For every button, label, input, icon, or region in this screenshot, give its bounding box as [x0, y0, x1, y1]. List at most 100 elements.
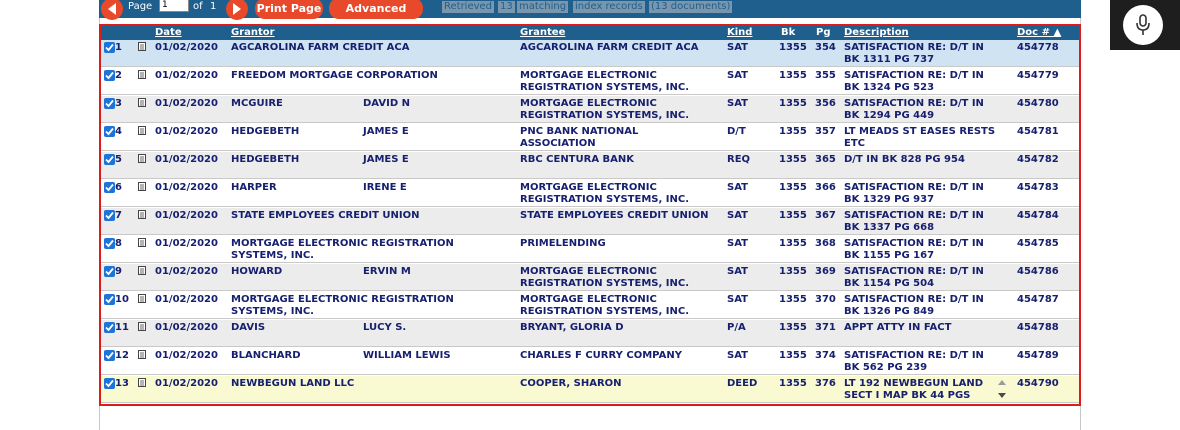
row-checkbox[interactable]: [104, 154, 115, 165]
row-checkbox[interactable]: [104, 294, 115, 305]
grantor-given-name: JAMES E: [363, 126, 409, 137]
description-line2: BK 1326 PG 849: [844, 306, 935, 317]
description-line2: BK 1154 PG 504: [844, 278, 935, 289]
description-line2: SECT I MAP BK 44 PGS: [844, 390, 971, 401]
page-label: Page: [128, 1, 153, 12]
book-number: 1355: [779, 182, 807, 193]
book-number: 1355: [779, 378, 807, 389]
table-row[interactable]: 1 01/02/2020 AGCAROLINA FARM CREDIT ACA AGC…: [101, 40, 1079, 67]
description-line1: LT MEADS ST EASES RESTS: [844, 126, 996, 137]
checkmark-icon: [105, 267, 114, 276]
grantor-name: FREEDOM MORTGAGE CORPORATION: [231, 70, 438, 81]
document-icon[interactable]: [138, 238, 146, 247]
row-checkbox[interactable]: [104, 238, 115, 249]
document-icon[interactable]: [138, 154, 146, 163]
table-row[interactable]: 10 01/02/2020 MORTGAGE ELECTRONIC REGISTRA…: [101, 292, 1079, 319]
column-bk: Bk: [781, 27, 796, 38]
doc-number[interactable]: 454785: [1017, 238, 1059, 250]
book-number: 1355: [779, 70, 807, 81]
book-number: 1355: [779, 126, 807, 137]
table-row[interactable]: 12 01/02/2020 BLANCHARD WILLIAM LEWIS CHARLE…: [101, 348, 1079, 375]
advanced-print-button[interactable]: Advanced Print: [329, 0, 423, 36]
doc-number[interactable]: 454781: [1017, 126, 1059, 138]
table-row[interactable]: 9 01/02/2020 HOWARD ERVIN M MORTGAGE ELECTRO…: [101, 264, 1079, 291]
table-row[interactable]: 7 01/02/2020 STATE EMPLOYEES CREDIT UNION S…: [101, 208, 1079, 235]
document-icon[interactable]: [138, 42, 146, 51]
doc-number[interactable]: 454790: [1017, 378, 1059, 390]
description-scroll-arrows[interactable]: [997, 378, 1007, 400]
table-row[interactable]: 2 01/02/2020 FREEDOM MORTGAGE CORPORATION M…: [101, 68, 1079, 95]
doc-number[interactable]: 454780: [1017, 98, 1059, 110]
doc-number[interactable]: 454779: [1017, 70, 1059, 82]
document-icon[interactable]: [138, 294, 146, 303]
document-icon[interactable]: [138, 70, 146, 79]
doc-number[interactable]: 454778: [1017, 42, 1059, 54]
row-number: 9: [115, 266, 122, 277]
kind-code: SAT: [727, 266, 748, 277]
page-number: 374: [815, 350, 836, 361]
page-number: 365: [815, 154, 836, 165]
document-icon[interactable]: [138, 266, 146, 275]
column-grantee[interactable]: Grantee: [520, 27, 565, 38]
row-checkbox[interactable]: [104, 350, 115, 361]
kind-code: SAT: [727, 210, 748, 221]
document-icon[interactable]: [138, 210, 146, 219]
previous-page-button[interactable]: [101, 0, 123, 20]
row-checkbox[interactable]: [104, 322, 115, 333]
column-doc-number[interactable]: Doc # ▲: [1017, 27, 1061, 38]
description-line1: SATISFACTION RE: D/T IN: [844, 70, 984, 81]
book-number: 1355: [779, 294, 807, 305]
document-icon[interactable]: [138, 126, 146, 135]
row-checkbox[interactable]: [104, 98, 115, 109]
doc-number[interactable]: 454782: [1017, 154, 1059, 166]
doc-number[interactable]: 454787: [1017, 294, 1059, 306]
next-page-button[interactable]: [226, 0, 248, 20]
table-row[interactable]: 6 01/02/2020 HARPER IRENE E MORTGAGE ELECTRO…: [101, 180, 1079, 207]
document-icon[interactable]: [138, 378, 146, 387]
grantee-name: PRIMELENDING: [520, 238, 606, 249]
row-checkbox[interactable]: [104, 210, 115, 221]
book-number: 1355: [779, 350, 807, 361]
column-grantor[interactable]: Grantor: [231, 27, 275, 38]
document-icon[interactable]: [138, 350, 146, 359]
page-number: 357: [815, 126, 836, 137]
column-kind[interactable]: Kind: [727, 27, 752, 38]
grantor-name: HEDGEBETH: [231, 154, 300, 165]
row-checkbox[interactable]: [104, 42, 115, 53]
row-checkbox[interactable]: [104, 182, 115, 193]
description-line1: LT 192 NEWBEGUN LAND: [844, 378, 984, 389]
microphone-button[interactable]: [1123, 5, 1163, 45]
doc-number[interactable]: 454786: [1017, 266, 1059, 278]
kind-code: SAT: [727, 350, 748, 361]
results-toolbar: Page of 1 Print Page Advanced Print Retr…: [99, 0, 1081, 36]
table-row[interactable]: 3 01/02/2020 MCGUIRE DAVID N MORTGAGE ELECTR…: [101, 96, 1079, 123]
column-description[interactable]: Description: [844, 27, 909, 38]
table-row[interactable]: 5 01/02/2020 HEDGEBETH JAMES E RBC CENTURA B…: [101, 152, 1079, 179]
row-checkbox[interactable]: [104, 126, 115, 137]
document-icon[interactable]: [138, 98, 146, 107]
column-date[interactable]: Date: [155, 27, 182, 38]
page-number-input[interactable]: [159, 0, 189, 12]
row-checkbox[interactable]: [104, 70, 115, 81]
doc-number[interactable]: 454784: [1017, 210, 1059, 222]
doc-number[interactable]: 454783: [1017, 182, 1059, 194]
table-row[interactable]: 8 01/02/2020 MORTGAGE ELECTRONIC REGISTRAT…: [101, 236, 1079, 263]
checkmark-icon: [105, 127, 114, 136]
row-checkbox[interactable]: [104, 378, 115, 389]
table-row[interactable]: 13 01/02/2020 NEWBEGUN LAND LLC COOPER, SHA…: [101, 376, 1079, 403]
table-row[interactable]: 4 01/02/2020 HEDGEBETH JAMES E PNC BANK NATI…: [101, 124, 1079, 151]
document-icon[interactable]: [138, 182, 146, 191]
doc-number[interactable]: 454788: [1017, 322, 1059, 334]
row-checkbox[interactable]: [104, 266, 115, 277]
recorded-date: 01/02/2020: [155, 350, 218, 361]
document-icon[interactable]: [138, 322, 146, 331]
kind-code: SAT: [727, 70, 748, 81]
checkmark-icon: [105, 239, 114, 248]
table-row[interactable]: 11 01/02/2020 DAVIS LUCY S. BRYANT, GLORIA D…: [101, 320, 1079, 347]
print-page-button[interactable]: Print Page: [255, 0, 323, 19]
grantee-name: MORTGAGE ELECTRONIC: [520, 294, 657, 305]
doc-number[interactable]: 454789: [1017, 350, 1059, 362]
voice-input-button[interactable]: [1110, 0, 1180, 50]
grantee-name-line2: REGISTRATION SYSTEMS, INC.: [520, 278, 689, 289]
status-retrieved: Retrieved: [442, 1, 495, 13]
